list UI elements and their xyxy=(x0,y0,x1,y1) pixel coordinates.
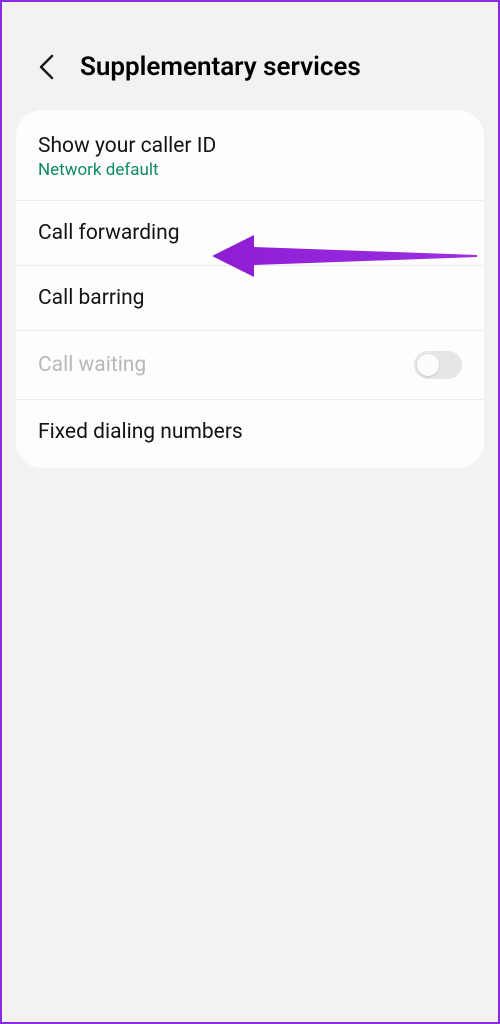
setting-title: Call waiting xyxy=(38,353,146,377)
setting-call-barring[interactable]: Call barring xyxy=(16,266,484,331)
setting-title: Call barring xyxy=(38,286,462,310)
setting-call-forwarding[interactable]: Call forwarding xyxy=(16,201,484,266)
back-icon[interactable] xyxy=(32,53,60,81)
toggle-switch[interactable] xyxy=(414,351,462,379)
setting-title: Show your caller ID xyxy=(38,134,462,158)
setting-subtitle: Network default xyxy=(38,160,462,180)
setting-title: Fixed dialing numbers xyxy=(38,420,462,444)
header: Supplementary services xyxy=(2,2,498,110)
setting-caller-id[interactable]: Show your caller ID Network default xyxy=(16,114,484,201)
toggle-knob xyxy=(417,354,439,376)
settings-card: Show your caller ID Network default Call… xyxy=(16,110,484,468)
setting-fixed-dialing[interactable]: Fixed dialing numbers xyxy=(16,400,484,464)
setting-title: Call forwarding xyxy=(38,221,462,245)
page-title: Supplementary services xyxy=(80,52,361,82)
setting-call-waiting[interactable]: Call waiting xyxy=(16,331,484,400)
